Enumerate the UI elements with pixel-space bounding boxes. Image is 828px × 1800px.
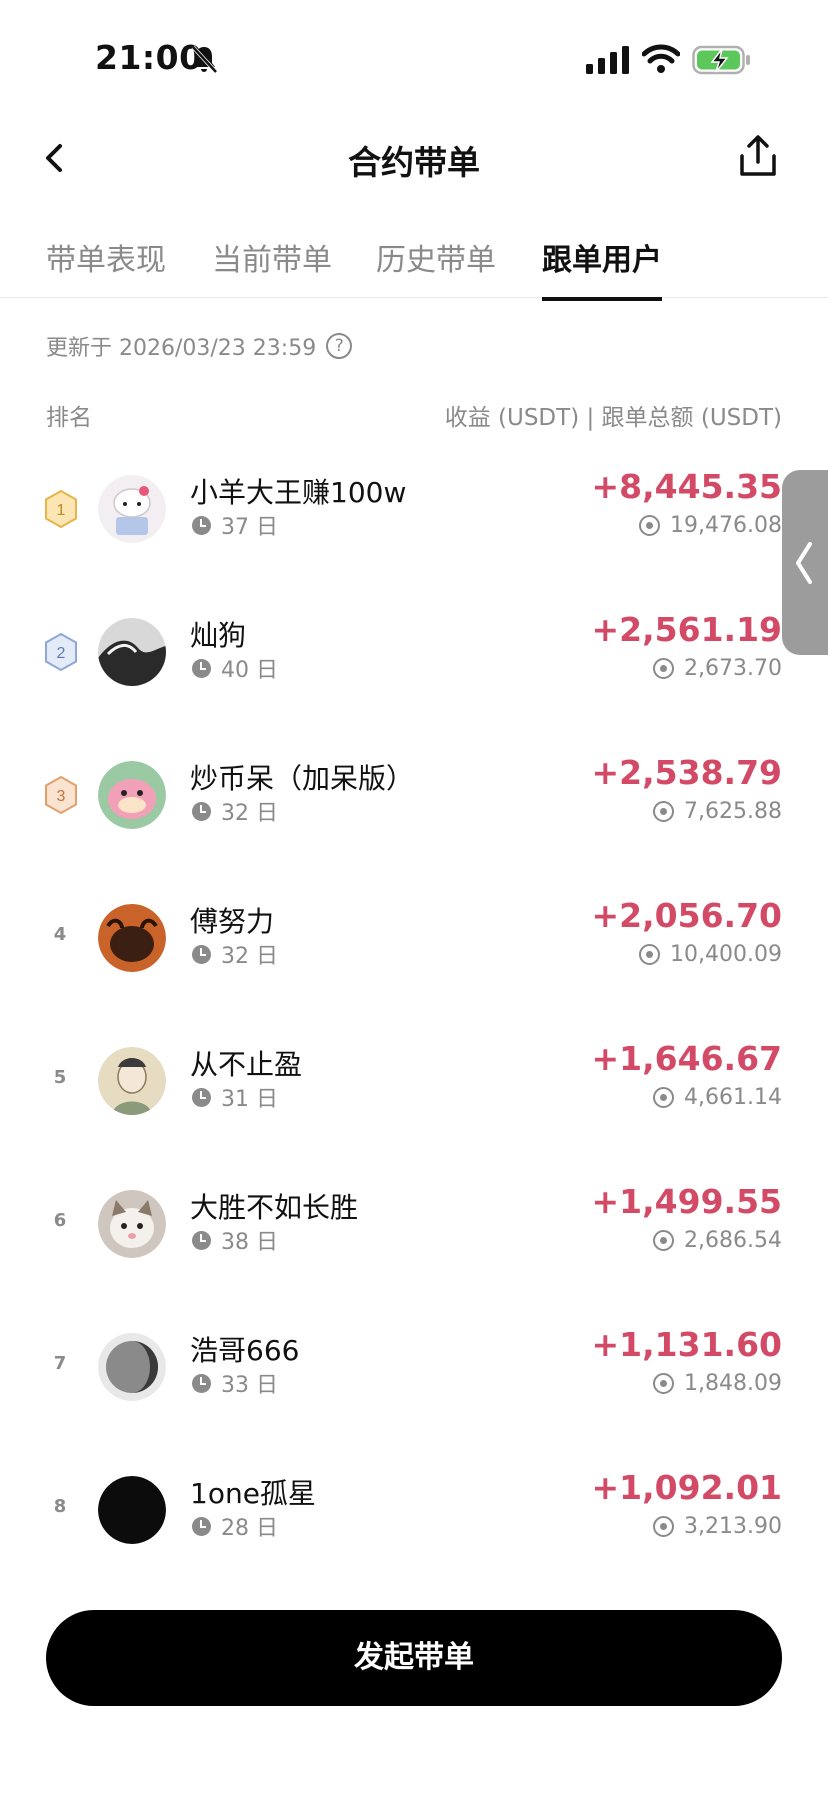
avatar[interactable] bbox=[98, 618, 166, 686]
copy-total: 2,673.70 bbox=[653, 656, 782, 681]
target-icon bbox=[639, 515, 661, 536]
clock-icon bbox=[192, 1373, 211, 1393]
column-metrics-header: 收益 (USDT) | 跟单总额 (USDT) bbox=[444, 405, 782, 431]
target-icon bbox=[639, 944, 661, 965]
copy-total: 2,686.54 bbox=[653, 1228, 782, 1253]
copy-total: 1,848.09 bbox=[653, 1371, 782, 1396]
user-name: 1one孤星 bbox=[190, 1477, 316, 1510]
follower-row[interactable]: 2 灿狗 40 日 +2,561.19 2,673.70 bbox=[0, 596, 828, 739]
clock-icon bbox=[192, 1087, 211, 1107]
svg-text:3: 3 bbox=[57, 788, 66, 805]
profit-value: +2,561.19 bbox=[591, 610, 783, 649]
profit-value: +1,646.67 bbox=[591, 1039, 783, 1078]
follow-days: 40 日 bbox=[192, 652, 278, 684]
avatar[interactable] bbox=[98, 1476, 166, 1544]
column-rank-header: 排名 bbox=[46, 405, 92, 431]
target-icon bbox=[653, 658, 675, 679]
target-icon bbox=[653, 1516, 675, 1537]
rank-number: 7 bbox=[53, 1353, 67, 1374]
target-icon bbox=[653, 1373, 675, 1394]
user-name: 小羊大王赚100w bbox=[190, 476, 407, 509]
profit-value: +1,499.55 bbox=[591, 1182, 783, 1221]
svg-text:2: 2 bbox=[57, 645, 66, 662]
follower-row[interactable]: 4 傅努力 32 日 +2,056.70 10,400.09 bbox=[0, 882, 828, 1025]
copy-total: 4,661.14 bbox=[653, 1085, 782, 1110]
target-icon bbox=[653, 801, 675, 822]
avatar[interactable] bbox=[98, 475, 166, 543]
tab-performance[interactable]: 带单表现 bbox=[46, 235, 166, 279]
nav-header: 合约带单 bbox=[0, 120, 828, 200]
user-name: 大胜不如长胜 bbox=[190, 1191, 359, 1224]
tab-bar: 带单表现 当前带单 历史带单 跟单用户 bbox=[0, 225, 828, 301]
status-time: 21:00 bbox=[95, 38, 203, 77]
avatar[interactable] bbox=[98, 1190, 166, 1258]
clock-icon bbox=[192, 515, 211, 535]
page-title: 合约带单 bbox=[348, 143, 480, 182]
clock-icon bbox=[192, 1230, 211, 1250]
copy-total: 3,213.90 bbox=[653, 1514, 782, 1539]
follow-days: 37 日 bbox=[192, 509, 278, 541]
follower-row[interactable]: 6 大胜不如长胜 38 日 +1,499.55 2,686.54 bbox=[0, 1168, 828, 1311]
share-icon[interactable] bbox=[738, 134, 778, 178]
avatar[interactable] bbox=[98, 904, 166, 972]
copy-total: 7,625.88 bbox=[653, 799, 782, 824]
wifi-icon bbox=[642, 44, 680, 73]
profit-value: +1,092.01 bbox=[591, 1468, 783, 1507]
cellular-signal-icon bbox=[586, 46, 629, 74]
update-timestamp: 更新于 2026/03/23 23:59 ? bbox=[46, 330, 353, 362]
help-icon[interactable]: ? bbox=[326, 333, 353, 359]
target-icon bbox=[653, 1230, 675, 1251]
copy-total: 19,476.08 bbox=[639, 513, 782, 538]
rank-bronze-badge-icon: 3 bbox=[45, 775, 77, 815]
follower-row[interactable]: 1 小羊大王赚100w 37 日 +8,445.35 19,476.08 bbox=[0, 453, 828, 596]
rank-gold-badge-icon: 1 bbox=[45, 489, 77, 529]
follow-days: 31 日 bbox=[192, 1081, 278, 1113]
clock-icon bbox=[192, 1516, 211, 1536]
rank-number: 5 bbox=[53, 1067, 67, 1088]
start-copy-trade-button[interactable]: 发起带单 bbox=[46, 1610, 782, 1706]
bell-muted-icon bbox=[191, 45, 218, 74]
follow-days: 38 日 bbox=[192, 1224, 278, 1256]
status-bar: 21:00 bbox=[0, 0, 828, 110]
avatar[interactable] bbox=[98, 1333, 166, 1401]
profit-value: +2,056.70 bbox=[591, 896, 783, 935]
user-name: 炒币呆（加呆版） bbox=[190, 762, 415, 795]
battery-charging-icon bbox=[692, 45, 750, 75]
follow-days: 33 日 bbox=[192, 1367, 278, 1399]
svg-text:1: 1 bbox=[57, 502, 66, 519]
profit-value: +8,445.35 bbox=[591, 467, 783, 506]
update-text: 更新于 2026/03/23 23:59 bbox=[46, 336, 317, 361]
avatar[interactable] bbox=[98, 761, 166, 829]
user-name: 傅努力 bbox=[190, 905, 275, 938]
rank-number: 4 bbox=[53, 924, 67, 945]
side-panel-handle[interactable] bbox=[782, 470, 828, 655]
rank-number: 6 bbox=[53, 1210, 67, 1231]
tab-current[interactable]: 当前带单 bbox=[212, 235, 332, 279]
follow-days: 32 日 bbox=[192, 938, 278, 970]
tab-history[interactable]: 历史带单 bbox=[376, 235, 496, 279]
tab-followers[interactable]: 跟单用户 bbox=[542, 235, 662, 301]
user-name: 灿狗 bbox=[190, 619, 247, 652]
avatar[interactable] bbox=[98, 1047, 166, 1115]
chevron-left-icon bbox=[796, 542, 812, 584]
clock-icon bbox=[192, 658, 211, 678]
clock-icon bbox=[192, 944, 211, 964]
copy-total: 10,400.09 bbox=[639, 942, 782, 967]
follower-row[interactable]: 8 1one孤星 28 日 +1,092.01 3,213.90 bbox=[0, 1454, 828, 1597]
target-icon bbox=[653, 1087, 675, 1108]
user-name: 从不止盈 bbox=[190, 1048, 303, 1081]
user-name: 浩哥666 bbox=[190, 1334, 300, 1367]
rank-silver-badge-icon: 2 bbox=[45, 632, 77, 672]
follower-row[interactable]: 7 浩哥666 33 日 +1,131.60 1,848.09 bbox=[0, 1311, 828, 1454]
clock-icon bbox=[192, 801, 211, 821]
profit-value: +1,131.60 bbox=[591, 1325, 783, 1364]
profit-value: +2,538.79 bbox=[591, 753, 783, 792]
follower-row[interactable]: 5 从不止盈 31 日 +1,646.67 4,661.14 bbox=[0, 1025, 828, 1168]
rank-number: 8 bbox=[53, 1496, 67, 1517]
follow-days: 28 日 bbox=[192, 1510, 278, 1542]
follow-days: 32 日 bbox=[192, 795, 278, 827]
follower-row[interactable]: 3 炒币呆（加呆版） 32 日 +2,538.79 7,625.88 bbox=[0, 739, 828, 882]
